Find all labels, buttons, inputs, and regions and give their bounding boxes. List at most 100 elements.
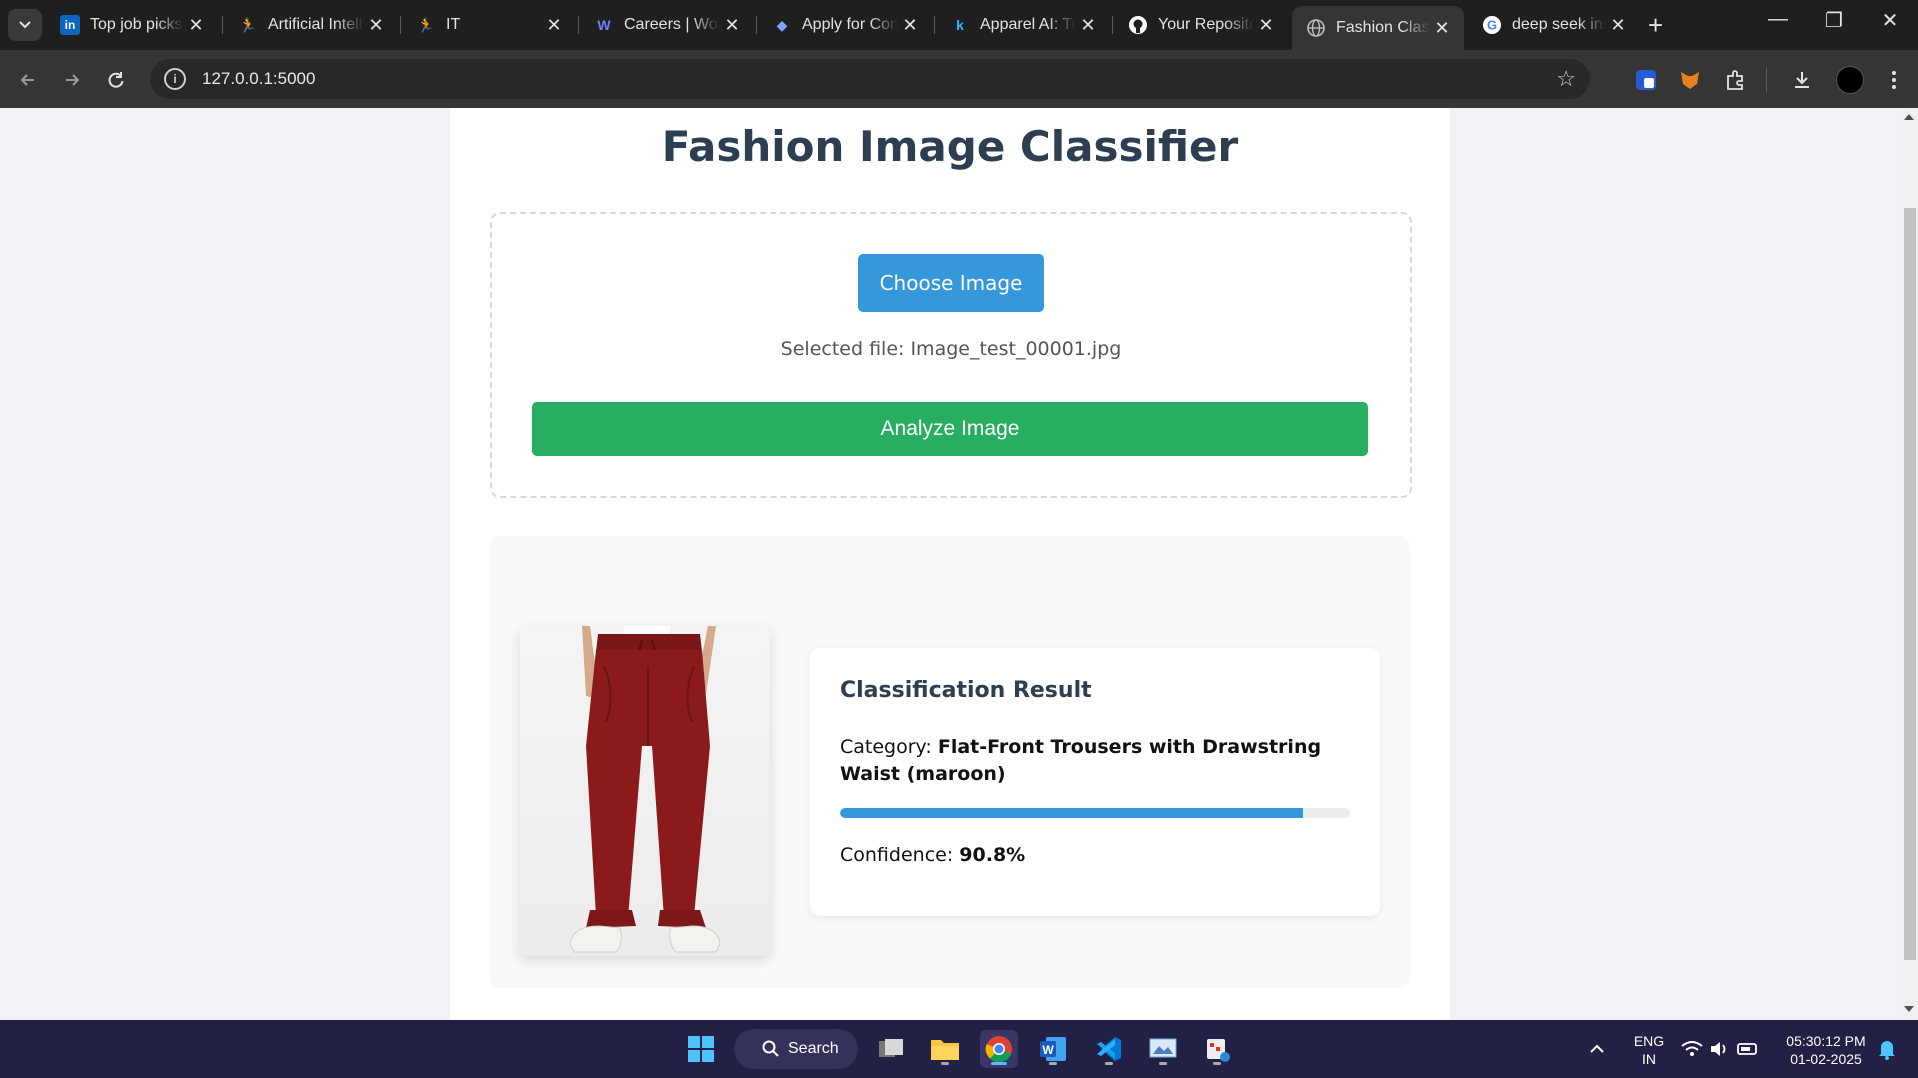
tab-title: IT [446,16,461,33]
speaker-icon [1711,1042,1726,1056]
language-indicator[interactable]: ENG IN [1626,1032,1672,1068]
back-button[interactable] [12,64,44,96]
tab-title: Your Repositories [1158,16,1254,33]
download-icon[interactable] [1788,66,1816,94]
taskbar-search-button[interactable]: Search [734,1029,858,1069]
windows-start-icon[interactable] [682,1030,720,1068]
clock-time: 05:30:12 PM [1786,1033,1866,1049]
confidence-progress-fill [840,808,1304,818]
diamond-icon: ◆ [776,16,788,33]
close-icon[interactable]: ✕ [1606,15,1630,36]
scroll-up-icon[interactable] [1904,114,1914,120]
tab-search-button[interactable] [8,9,42,41]
running-indicator [1213,1062,1221,1065]
close-window-button[interactable]: ✕ [1870,8,1910,33]
windows-taskbar: Search W ENG IN 05:30:12 PM 01-02-2025 [0,1020,1918,1078]
search-label: Search [788,1040,839,1057]
vscode-icon[interactable] [1090,1030,1128,1068]
classification-result-card: Classification Result Category: Flat-Fro… [810,648,1380,916]
svg-text:G: G [1487,18,1497,33]
linkedin-icon: in [60,15,80,35]
tab-title: Fashion Classifier [1336,19,1430,36]
language-code: ENG [1633,1033,1665,1049]
tab-google-search[interactable]: G deep seek ins ✕ [1468,6,1640,44]
result-section: Classification Result Category: Flat-Fro… [490,536,1410,988]
bookmark-star-icon[interactable]: ☆ [1556,66,1576,92]
tab-divider [934,16,935,34]
chevron-down-icon [19,21,31,29]
menu-kebab-icon[interactable] [1880,66,1908,94]
choose-image-button[interactable]: Choose Image [858,254,1044,312]
address-bar[interactable]: i 127.0.0.1:5000 ☆ [150,59,1590,99]
tab-divider [400,16,401,34]
close-icon[interactable]: ✕ [1254,15,1278,36]
close-icon[interactable]: ✕ [184,15,208,36]
extensions-puzzle-icon[interactable] [1722,66,1750,94]
w-icon: W [597,17,611,33]
wifi-icon [1681,1041,1703,1056]
k-icon: k [956,17,964,33]
close-icon[interactable]: ✕ [720,15,744,36]
tab-divider [222,16,223,34]
close-icon[interactable]: ✕ [1076,15,1100,36]
metamask-fox-icon[interactable] [1676,66,1704,94]
running-indicator [1105,1062,1113,1065]
app-icon[interactable] [1198,1030,1236,1068]
file-explorer-icon[interactable] [926,1030,964,1068]
scroll-thumb[interactable] [1904,208,1916,960]
page-scrollbar[interactable] [1900,108,1918,1020]
minimize-button[interactable]: — [1758,8,1798,31]
clock[interactable]: 05:30:12 PM 01-02-2025 [1768,1032,1884,1068]
tab-title: deep seek ins [1512,16,1606,33]
close-icon[interactable]: ✕ [898,15,922,36]
tab-apparel-ai[interactable]: k Apparel AI: Tr ✕ [936,6,1110,44]
screen-snip-icon[interactable] [1144,1030,1182,1068]
toolbar-divider [1766,68,1767,92]
tab-it[interactable]: 🏃 IT ✕ [402,6,576,44]
result-title: Classification Result [840,678,1092,703]
task-view-icon[interactable] [872,1030,910,1068]
confidence-progress-bar [840,808,1350,818]
google-icon: G [1482,15,1502,35]
tab-linkedin[interactable]: in Top job picks ✕ [46,6,218,44]
arrow-right-icon [66,74,80,86]
extension-shield-icon[interactable] [1632,66,1660,94]
tab-apply[interactable]: ◆ Apply for Con ✕ [758,6,932,44]
tab-divider [578,16,579,34]
tab-repositories[interactable]: Your Repositories ✕ [1114,6,1288,44]
close-icon[interactable]: ✕ [1430,18,1454,39]
close-icon[interactable]: ✕ [364,15,388,36]
confidence-line: Confidence: 90.8% [840,844,1025,866]
tab-careers[interactable]: W Careers | Wolters ✕ [580,6,754,44]
profile-avatar[interactable] [1836,66,1864,94]
app-container: Fashion Image Classifier Choose Image Se… [450,108,1450,1020]
tab-title: Apply for Con [802,16,898,33]
restore-button[interactable]: ❐ [1814,8,1854,33]
system-tray-status[interactable] [1680,1030,1760,1068]
category-label: Category: [840,736,932,758]
active-indicator [991,1062,1007,1065]
chrome-taskbar-icon[interactable] [980,1030,1018,1068]
tab-title: Top job picks [90,16,183,33]
word-icon[interactable]: W [1034,1030,1072,1068]
new-tab-button[interactable]: + [1648,10,1663,41]
forward-button[interactable] [56,64,88,96]
analyze-image-button[interactable]: Analyze Image [532,402,1368,456]
tab-artificial-intelligence[interactable]: 🏃 Artificial Intelligence ✕ [224,6,398,44]
site-info-icon[interactable]: i [164,68,186,90]
tab-divider [1112,16,1113,34]
running-indicator [1159,1062,1167,1065]
tab-fashion-classifier[interactable]: Fashion Classifier ✕ [1292,6,1464,50]
reload-button[interactable] [100,64,132,96]
battery-icon [1737,1043,1757,1055]
selected-file-text: Selected file: Image_test_00001.jpg [780,338,1122,360]
page-viewport: Fashion Image Classifier Choose Image Se… [0,108,1900,1020]
notification-bell-icon[interactable] [1868,1030,1906,1068]
arrow-left-icon [20,74,34,86]
url-text[interactable]: 127.0.0.1:5000 [202,69,315,89]
category-line: Category: Flat-Front Trousers with Draws… [840,734,1340,788]
scroll-down-icon[interactable] [1904,1006,1914,1012]
close-icon[interactable]: ✕ [542,15,566,36]
clock-date: 01-02-2025 [1790,1051,1862,1067]
chevron-up-icon[interactable] [1578,1030,1616,1068]
